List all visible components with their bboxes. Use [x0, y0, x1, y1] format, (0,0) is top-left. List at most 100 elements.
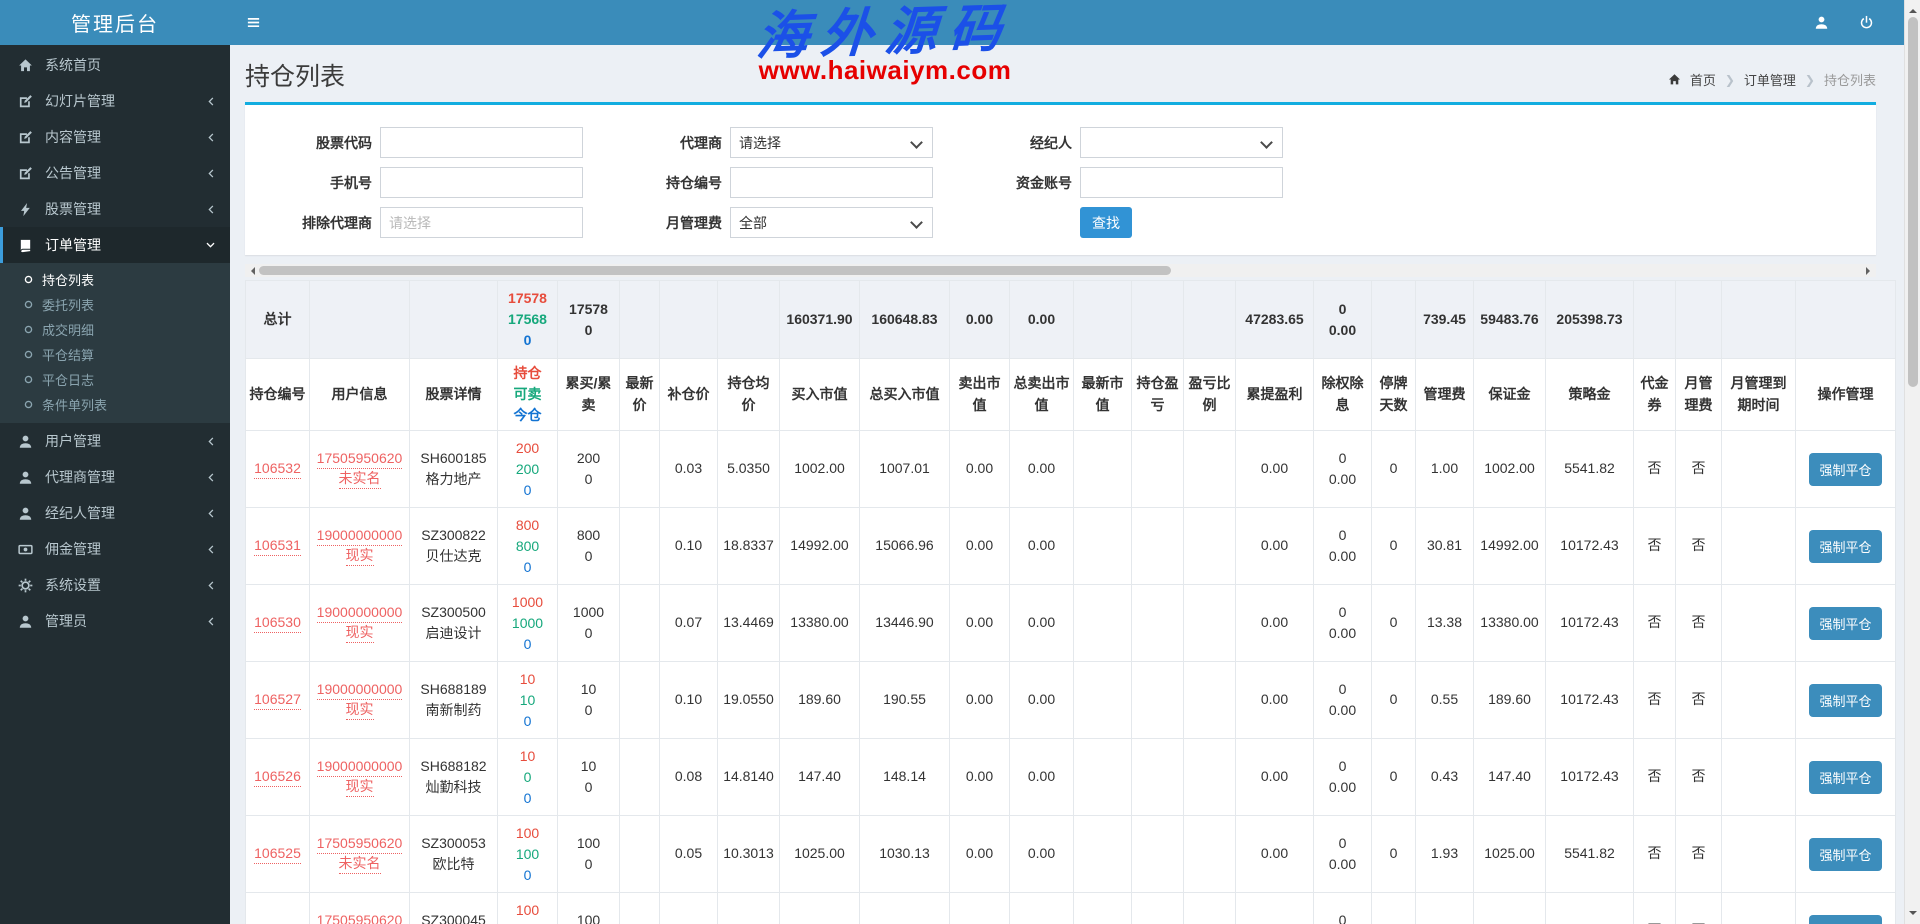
- agent-select[interactable]: 请选择: [730, 127, 933, 158]
- sidebar-subitem[interactable]: 平仓结算: [0, 342, 230, 367]
- sidebar-item[interactable]: 系统设置: [0, 567, 230, 603]
- force-close-button[interactable]: 强制平仓: [1809, 761, 1881, 794]
- table-cell: 0.00: [1236, 585, 1314, 662]
- table-cell: [1184, 508, 1236, 585]
- sidebar-item[interactable]: 代理商管理: [0, 459, 230, 495]
- sidebar-item[interactable]: 管理员: [0, 603, 230, 639]
- sidebar-item[interactable]: 订单管理: [0, 227, 230, 263]
- user-phone-link[interactable]: 17505950620: [317, 911, 403, 924]
- sidebar-item[interactable]: 幻灯片管理: [0, 83, 230, 119]
- table-row: 10653019000000000现实SZ300500启迪设计100010000…: [246, 585, 1896, 662]
- sidebar: 管理后台 系统首页幻灯片管理内容管理公告管理股票管理订单管理持仓列表委托列表成交…: [0, 0, 230, 924]
- sidebar-item[interactable]: 内容管理: [0, 119, 230, 155]
- table-cell: 30.81: [1416, 508, 1474, 585]
- force-close-button[interactable]: 强制平仓: [1809, 915, 1881, 924]
- sidebar-item[interactable]: 系统首页: [0, 47, 230, 83]
- phone-input[interactable]: [380, 167, 583, 198]
- sidebar-subitem[interactable]: 条件单列表: [0, 392, 230, 417]
- top-navbar: [230, 0, 1920, 45]
- scroll-down-arrow-icon[interactable]: [1909, 911, 1917, 919]
- table-header-row: 持仓编号用户信息股票详情持仓可卖今仓累买/累卖最新价补仓价持仓均价买入市值总买入…: [246, 359, 1896, 431]
- position-id-link[interactable]: 106530: [254, 613, 301, 633]
- fund-account-input[interactable]: [1080, 167, 1283, 198]
- position-id-link[interactable]: 106527: [254, 690, 301, 710]
- vertical-scrollbar[interactable]: [1904, 0, 1920, 924]
- sidebar-toggle-icon[interactable]: [246, 15, 261, 30]
- totals-cell: 总计: [246, 281, 310, 359]
- table-cell: 2000: [558, 431, 620, 508]
- sidebar-item[interactable]: 公告管理: [0, 155, 230, 191]
- sidebar-item-label: 内容管理: [45, 127, 101, 147]
- position-id-link[interactable]: 106531: [254, 536, 301, 556]
- breadcrumb-home[interactable]: 首页: [1690, 70, 1716, 89]
- table-cell: 强制平仓: [1796, 739, 1896, 816]
- table-cell: 100: [558, 662, 620, 739]
- position-id-link[interactable]: 106526: [254, 767, 301, 787]
- user-phone-link[interactable]: 19000000000: [317, 526, 403, 546]
- table-cell: 866.00: [780, 893, 860, 924]
- table-cell: 106526: [246, 739, 310, 816]
- user-phone-link[interactable]: 17505950620: [317, 834, 403, 854]
- table-cell: 1025.00: [780, 816, 860, 893]
- sidebar-subitem[interactable]: 成交明细: [0, 317, 230, 342]
- force-close-button[interactable]: 强制平仓: [1809, 838, 1881, 871]
- sidebar-item[interactable]: 股票管理: [0, 191, 230, 227]
- user-name-link[interactable]: 现实: [346, 546, 374, 566]
- sidebar-item[interactable]: 佣金管理: [0, 531, 230, 567]
- scroll-right-arrow-icon[interactable]: [1866, 267, 1874, 275]
- position-id-link[interactable]: 106532: [254, 459, 301, 479]
- sidebar-item[interactable]: 经纪人管理: [0, 495, 230, 531]
- vertical-scrollbar-thumb[interactable]: [1908, 17, 1918, 387]
- stock-code-input[interactable]: [380, 127, 583, 158]
- scroll-up-arrow-icon[interactable]: [1909, 5, 1917, 13]
- user-name-link[interactable]: 现实: [346, 623, 374, 643]
- table-cell: 870.33: [860, 893, 950, 924]
- position-no-input[interactable]: [730, 167, 933, 198]
- user-name-link[interactable]: 未实名: [339, 469, 381, 489]
- user-phone-link[interactable]: 19000000000: [317, 680, 403, 700]
- force-close-button[interactable]: 强制平仓: [1809, 684, 1881, 717]
- monthly-fee-select[interactable]: 全部: [730, 207, 933, 238]
- chevron-left-icon: [205, 436, 216, 447]
- user-phone-link[interactable]: 19000000000: [317, 603, 403, 623]
- position-id-link[interactable]: 106525: [254, 844, 301, 864]
- force-close-button[interactable]: 强制平仓: [1809, 607, 1881, 640]
- sidebar-item[interactable]: 用户管理: [0, 423, 230, 459]
- user-menu-icon[interactable]: [1814, 15, 1829, 30]
- table-cell: 00.00: [1314, 893, 1372, 924]
- table-cell: 0: [1372, 431, 1416, 508]
- app-logo[interactable]: 管理后台: [0, 0, 230, 45]
- sidebar-subitem[interactable]: 委托列表: [0, 292, 230, 317]
- user-phone-link[interactable]: 17505950620: [317, 449, 403, 469]
- table-cell: 106531: [246, 508, 310, 585]
- horizontal-scrollbar[interactable]: [245, 264, 1876, 277]
- scroll-left-arrow-icon[interactable]: [247, 267, 255, 275]
- force-close-button[interactable]: 强制平仓: [1809, 453, 1881, 486]
- totals-cell: [1074, 281, 1132, 359]
- table-cell: 0.03: [660, 431, 718, 508]
- user-name-link[interactable]: 现实: [346, 700, 374, 720]
- table-cell: [620, 739, 660, 816]
- table-cell: 13380.00: [780, 585, 860, 662]
- sidebar-item-label: 代理商管理: [45, 467, 115, 487]
- horizontal-scrollbar-thumb[interactable]: [259, 266, 1171, 275]
- table-cell: 0.00: [1010, 893, 1074, 924]
- user-name-link[interactable]: 未实名: [339, 854, 381, 874]
- user-phone-link[interactable]: 19000000000: [317, 757, 403, 777]
- column-header: 代金券: [1634, 359, 1676, 431]
- power-icon[interactable]: [1859, 15, 1874, 30]
- exclude-agent-input[interactable]: [380, 207, 583, 238]
- sidebar-subitem[interactable]: 平仓日志: [0, 367, 230, 392]
- table-cell: 否: [1676, 739, 1722, 816]
- totals-cell: [1372, 281, 1416, 359]
- search-button[interactable]: 查找: [1080, 207, 1132, 238]
- force-close-button[interactable]: 强制平仓: [1809, 530, 1881, 563]
- broker-select[interactable]: [1080, 127, 1283, 158]
- column-header: 用户信息: [310, 359, 410, 431]
- table-cell: [1722, 508, 1796, 585]
- table-cell: 10172.43: [1546, 662, 1634, 739]
- breadcrumb-section[interactable]: 订单管理: [1744, 70, 1796, 89]
- table-cell: SH600185格力地产: [410, 431, 498, 508]
- user-name-link[interactable]: 现实: [346, 777, 374, 797]
- sidebar-subitem[interactable]: 持仓列表: [0, 267, 230, 292]
